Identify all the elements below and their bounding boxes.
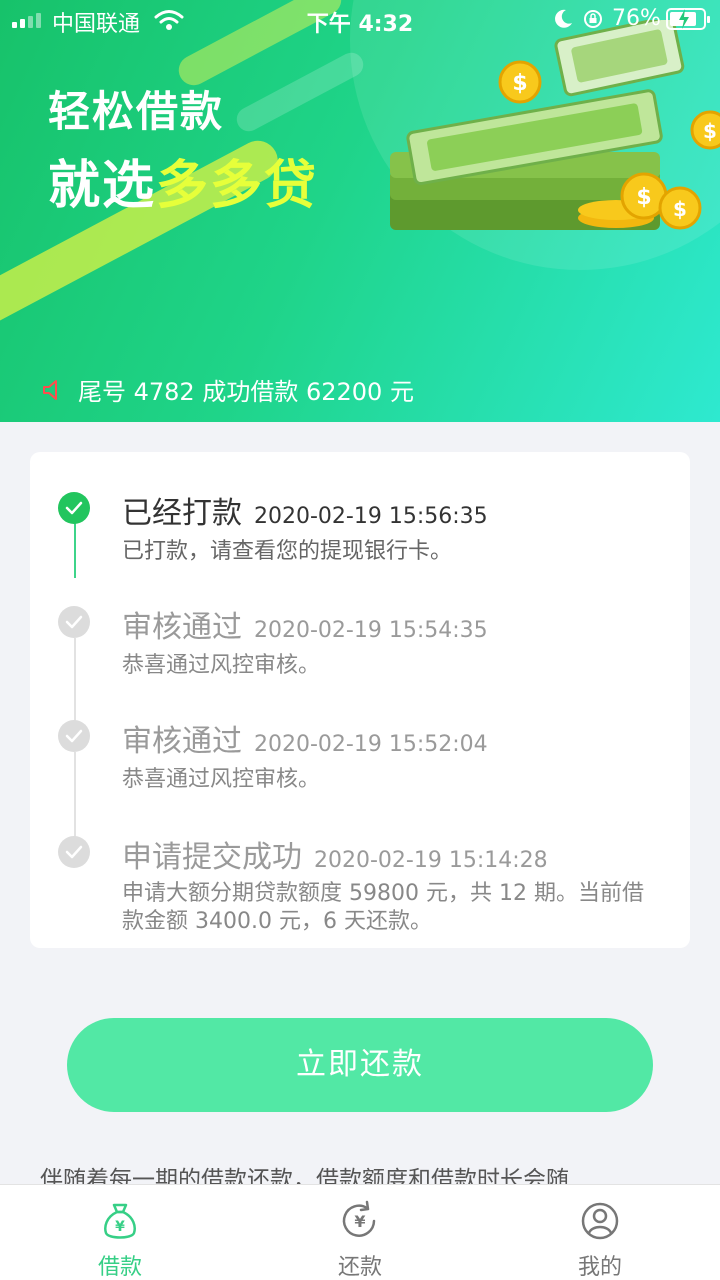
check-icon	[58, 606, 90, 638]
check-icon	[58, 836, 90, 868]
step-description: 已打款，请查看您的提现银行卡。	[122, 539, 453, 564]
step-title: 审核通过 2020-02-19 15:54:35	[122, 602, 488, 646]
tab-repay[interactable]: ¥ 还款	[240, 1185, 480, 1280]
svg-text:$: $	[703, 119, 717, 143]
step-description: 恭喜通过风控审核。	[122, 767, 321, 792]
check-icon	[58, 492, 90, 524]
tab-profile[interactable]: 我的	[480, 1185, 720, 1280]
svg-text:$: $	[512, 71, 527, 96]
svg-text:$: $	[673, 197, 687, 221]
repay-now-button[interactable]: 立即还款	[67, 1018, 653, 1112]
svg-text:¥: ¥	[115, 1219, 125, 1235]
timeline-connector	[74, 522, 76, 578]
step-name: 已经打款	[122, 496, 242, 531]
tab-label: 我的	[577, 1255, 622, 1280]
money-stack-illustration: $ $ $ $	[390, 20, 720, 230]
step-time: 2020-02-19 15:52:04	[254, 732, 488, 757]
step-name: 审核通过	[122, 724, 242, 759]
step-time: 2020-02-19 15:54:35	[254, 618, 488, 643]
repay-cycle-icon: ¥	[342, 1200, 376, 1237]
step-name: 审核通过	[122, 610, 242, 645]
ticker-text: 尾号 4782 成功借款 62200 元	[78, 378, 414, 406]
banner-headline: 轻松借款 就选多多贷	[48, 78, 318, 218]
step-description: 申请大额分期贷款额度 59800 元，共 12 期。当前借款金额 3400.0 …	[122, 881, 644, 934]
battery-percent: 76%	[612, 6, 661, 31]
moon-icon	[555, 9, 572, 28]
battery-icon	[666, 8, 710, 30]
rotation-lock-icon	[584, 10, 602, 28]
loan-progress-card: 已经打款 2020-02-19 15:56:35 已打款，请查看您的提现银行卡。 …	[30, 452, 690, 948]
svg-text:$: $	[636, 185, 651, 210]
promo-banner: 轻松借款 就选多多贷 $ $ $ $ 尾号 4782 成功借款 62200 元	[0, 0, 720, 422]
step-title: 审核通过 2020-02-19 15:52:04	[122, 716, 488, 760]
tab-borrow[interactable]: ¥ 借款	[0, 1185, 240, 1280]
speaker-icon	[43, 379, 57, 400]
headline-line1: 轻松借款	[48, 87, 225, 136]
headline-line2: 就选多多贷	[48, 143, 318, 218]
brand-name: 多多贷	[156, 156, 319, 216]
user-icon	[581, 1202, 619, 1240]
tab-label: 还款	[337, 1255, 382, 1280]
headline-prefix: 就选	[48, 156, 157, 216]
timeline-connector	[74, 638, 76, 724]
step-time: 2020-02-19 15:14:28	[314, 848, 548, 873]
bottom-tab-bar: ¥ 借款 ¥ 还款 我的	[0, 1184, 720, 1280]
step-title: 申请提交成功 2020-02-19 15:14:28	[122, 832, 548, 876]
money-bag-icon: ¥	[104, 1203, 136, 1239]
step-title: 已经打款 2020-02-19 15:56:35	[122, 488, 488, 532]
timeline-connector	[74, 752, 76, 838]
step-name: 申请提交成功	[122, 840, 302, 875]
status-bar: 中国联通 下午 4:32 76%	[0, 0, 720, 40]
step-time: 2020-02-19 15:56:35	[254, 504, 488, 529]
tab-label: 借款	[97, 1255, 142, 1280]
svg-text:¥: ¥	[354, 1212, 365, 1231]
check-icon	[58, 720, 90, 752]
loan-ticker: 尾号 4782 成功借款 62200 元	[40, 372, 414, 407]
step-description: 恭喜通过风控审核。	[122, 653, 321, 678]
